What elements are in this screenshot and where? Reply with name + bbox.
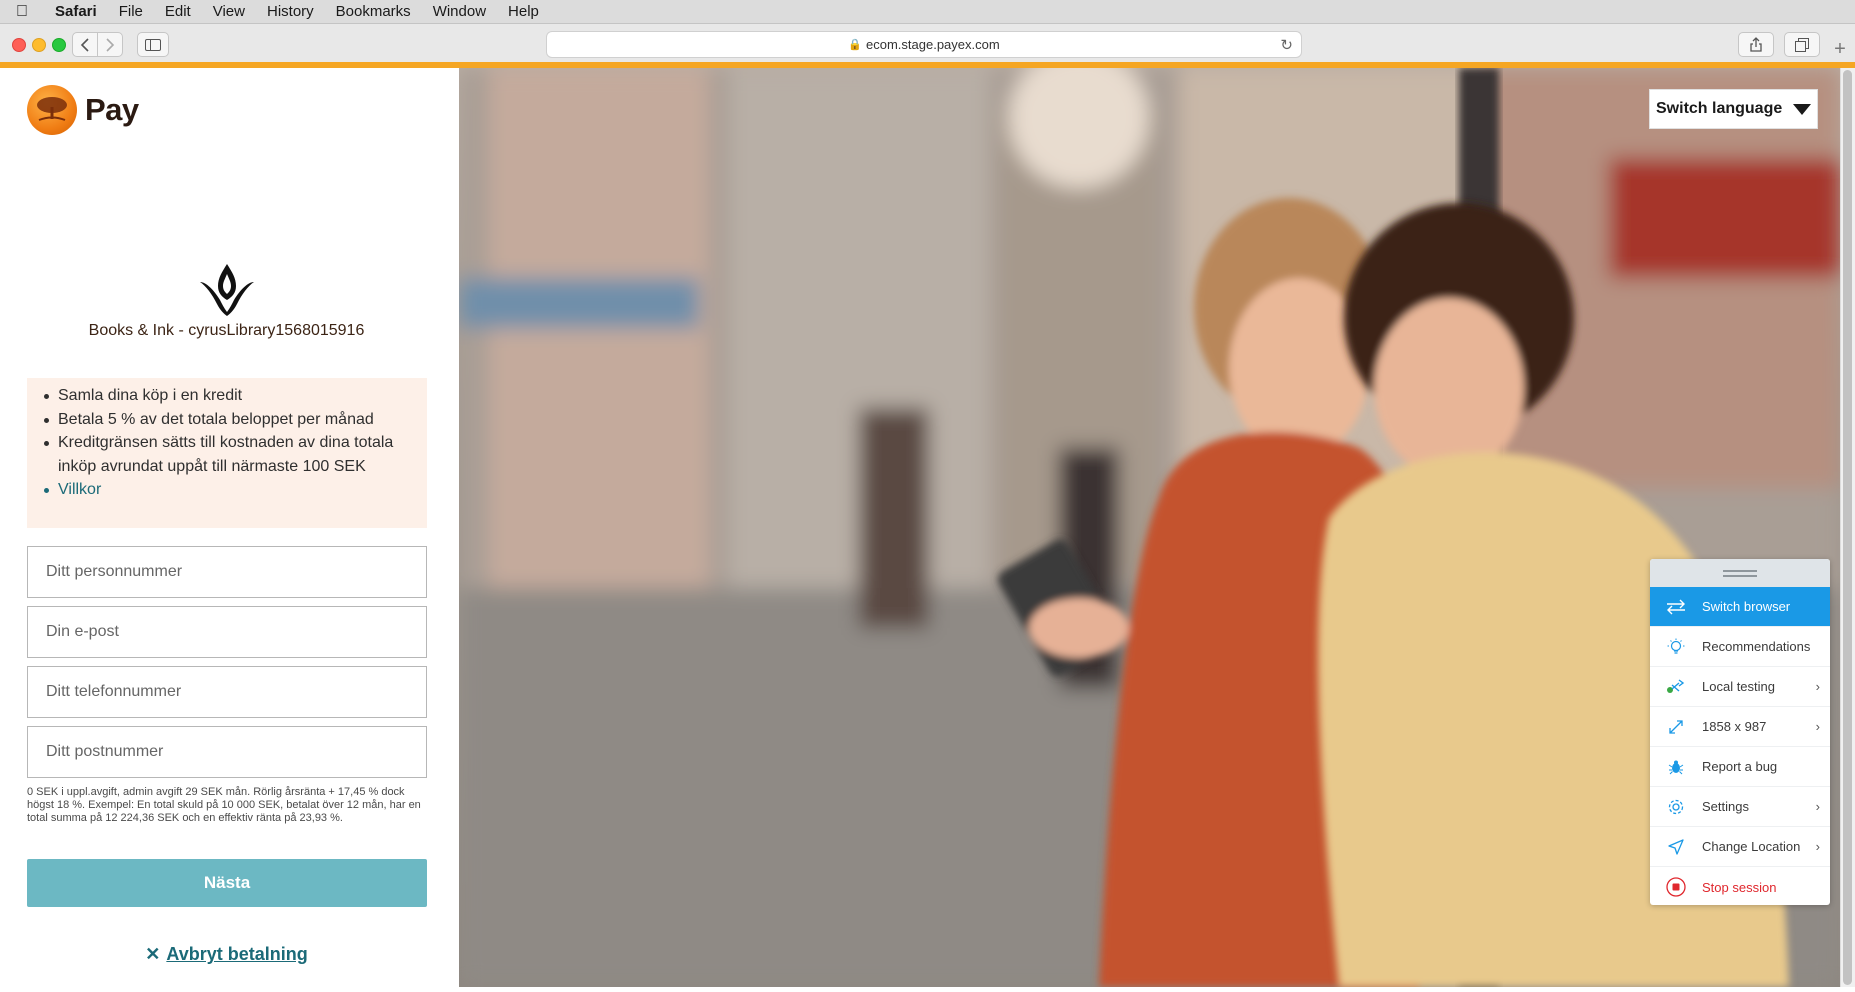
chevron-right-icon: › xyxy=(1815,839,1820,854)
merchant-name: Books & Ink - cyrusLibrary1568015916 xyxy=(88,322,365,339)
bug-icon xyxy=(1650,759,1702,775)
lock-icon: 🔒 xyxy=(848,39,862,51)
chevron-right-icon: › xyxy=(1815,719,1820,734)
phone-input[interactable] xyxy=(44,682,410,702)
recommendations-label: Recommendations xyxy=(1702,639,1811,654)
checkout-panel: Pay Books & Ink - cyrusLibrary1568015916… xyxy=(0,68,459,987)
cancel-payment-label: Avbryt betalning xyxy=(166,944,308,964)
close-icon: ✕ xyxy=(145,944,161,964)
switch-browser-button[interactable]: Switch browser xyxy=(1650,587,1830,627)
credit-info-box: Samla dina köp i en kredit Betala 5 % av… xyxy=(27,378,427,528)
share-button[interactable] xyxy=(1738,32,1774,57)
report-bug-button[interactable]: Report a bug xyxy=(1650,747,1830,787)
back-button[interactable] xyxy=(72,32,98,57)
tab-overview-button[interactable] xyxy=(1784,32,1820,57)
resolution-label: 1858 x 987 xyxy=(1702,719,1767,734)
hero-photo-illustration xyxy=(459,68,1840,987)
caret-down-icon xyxy=(1793,103,1812,115)
local-testing-button[interactable]: Local testing › xyxy=(1650,667,1830,707)
share-icon xyxy=(1750,37,1762,52)
sidebar-toggle-button[interactable] xyxy=(137,32,169,57)
session-tools-panel: Switch browser Recommendations Local tes… xyxy=(1650,559,1830,905)
sidebar-icon xyxy=(145,38,161,51)
resize-icon xyxy=(1650,719,1702,735)
close-window-button[interactable] xyxy=(12,38,26,52)
list-item: Samla dina köp i en kredit xyxy=(44,384,407,408)
url-text: ecom.stage.payex.com xyxy=(866,37,1000,52)
menu-bar:  Safari File Edit View History Bookmark… xyxy=(0,0,1855,24)
menu-help[interactable]: Help xyxy=(497,0,550,24)
zoom-window-button[interactable] xyxy=(52,38,66,52)
chevron-right-icon: › xyxy=(1815,679,1820,694)
menu-view[interactable]: View xyxy=(202,0,256,24)
menu-bookmarks[interactable]: Bookmarks xyxy=(325,0,422,24)
new-tab-icon[interactable]: + xyxy=(1828,38,1852,62)
stop-session-button[interactable]: Stop session xyxy=(1650,867,1830,905)
merchant-logo-icon xyxy=(200,264,254,316)
brand-logo: Pay xyxy=(27,85,139,135)
reload-icon[interactable]: ↻ xyxy=(1280,36,1293,54)
change-location-button[interactable]: Change Location › xyxy=(1650,827,1830,867)
phone-field[interactable] xyxy=(27,666,427,718)
lightbulb-icon xyxy=(1650,638,1702,656)
menu-file[interactable]: File xyxy=(108,0,154,24)
recommendations-button[interactable]: Recommendations xyxy=(1650,627,1830,667)
drag-handle[interactable] xyxy=(1650,559,1830,587)
chevron-left-icon xyxy=(80,37,89,52)
gear-icon xyxy=(1650,798,1702,816)
list-item: Betala 5 % av det totala beloppet per må… xyxy=(44,408,407,432)
credit-terms-text: 0 SEK i uppl.avgift, admin avgift 29 SEK… xyxy=(27,786,421,824)
menu-edit[interactable]: Edit xyxy=(154,0,202,24)
tabs-icon xyxy=(1795,37,1809,52)
postal-code-input[interactable] xyxy=(44,742,410,762)
menu-window[interactable]: Window xyxy=(422,0,497,24)
grip-icon xyxy=(1723,569,1757,577)
tree-icon xyxy=(27,85,77,135)
stop-icon xyxy=(1650,877,1702,897)
change-location-label: Change Location xyxy=(1702,839,1801,854)
location-arrow-icon xyxy=(1650,838,1702,855)
forward-button[interactable] xyxy=(97,32,123,57)
local-testing-icon xyxy=(1650,678,1702,695)
scrollbar-thumb[interactable] xyxy=(1843,70,1852,985)
email-field[interactable] xyxy=(27,606,427,658)
chevron-right-icon: › xyxy=(1815,799,1820,814)
list-item: Kreditgränsen sätts till kostnaden av di… xyxy=(44,431,407,478)
terms-link[interactable]: Villkor xyxy=(44,478,407,502)
ssn-input[interactable] xyxy=(44,562,410,582)
stop-session-label: Stop session xyxy=(1702,879,1777,895)
resolution-button[interactable]: 1858 x 987 › xyxy=(1650,707,1830,747)
ssn-field[interactable] xyxy=(27,546,427,598)
chevron-right-icon xyxy=(106,37,115,52)
minimize-window-button[interactable] xyxy=(32,38,46,52)
switch-arrows-icon xyxy=(1650,599,1702,615)
report-bug-label: Report a bug xyxy=(1702,759,1778,774)
switch-browser-label: Switch browser xyxy=(1702,599,1791,614)
settings-button[interactable]: Settings › xyxy=(1650,787,1830,827)
menu-history[interactable]: History xyxy=(256,0,325,24)
menu-app-name[interactable]: Safari xyxy=(44,0,108,24)
next-button[interactable]: Nästa xyxy=(27,859,427,907)
apple-icon[interactable]:  xyxy=(0,3,44,21)
cancel-payment-link[interactable]: ✕ Avbryt betalning xyxy=(0,944,453,965)
email-input[interactable] xyxy=(44,622,410,642)
switch-language-dropdown[interactable]: Switch language xyxy=(1649,89,1818,129)
postal-code-field[interactable] xyxy=(27,726,427,778)
credit-info-list: Samla dina köp i en kredit Betala 5 % av… xyxy=(44,384,407,502)
hero-photo xyxy=(459,68,1840,987)
brand-name: Pay xyxy=(85,92,139,127)
switch-language-label: Switch language xyxy=(1656,100,1783,117)
settings-label: Settings xyxy=(1702,799,1749,814)
address-bar[interactable]: 🔒 ecom.stage.payex.com ↻ xyxy=(546,31,1302,58)
local-testing-label: Local testing xyxy=(1702,679,1775,694)
